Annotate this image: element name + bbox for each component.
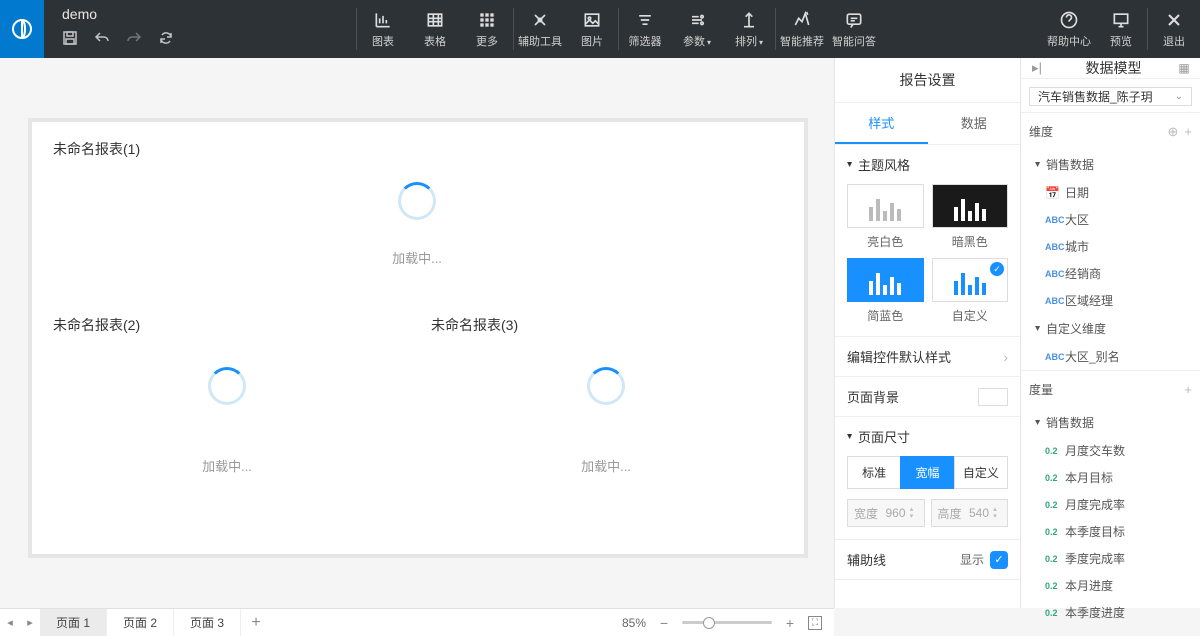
size-custom[interactable]: 自定义	[954, 456, 1008, 489]
zoom-fit[interactable]: ⛶	[808, 616, 822, 630]
section-theme[interactable]: ▸主题风格	[835, 145, 1020, 184]
tab-style[interactable]: 样式	[835, 103, 928, 144]
tb-auxtool[interactable]: 辅助工具	[514, 0, 566, 58]
theme-dark[interactable]: 暗黑色	[932, 184, 1009, 250]
measure-field[interactable]: 0.2月度完成率	[1021, 491, 1200, 518]
tb-smart-qa[interactable]: 智能问答	[828, 0, 880, 58]
report-card-3[interactable]: 未命名报表(3) 加载中...	[420, 306, 792, 516]
page-tab[interactable]: 页面 1	[40, 609, 107, 636]
collapse-icon[interactable]: ▸|	[1029, 60, 1045, 76]
dimension-field[interactable]: ABC城市	[1021, 233, 1200, 260]
tb-image[interactable]: 图片	[566, 0, 618, 58]
tb-chart[interactable]: 图表	[357, 0, 409, 58]
tb-smart-recommend[interactable]: 智能推荐	[776, 0, 828, 58]
measures-header: 度量 +	[1021, 371, 1200, 408]
spinner-icon	[398, 182, 436, 220]
group-sales-dims[interactable]: ▸销售数据	[1021, 150, 1200, 179]
tb-sort[interactable]: 排列▾	[723, 0, 775, 58]
app-logo[interactable]	[0, 0, 44, 58]
page-tab[interactable]: 页面 3	[174, 609, 241, 636]
page-tab[interactable]: 页面 2	[107, 609, 174, 636]
row-aux-line: 辅助线 显示	[835, 540, 1020, 579]
tb-filter[interactable]: 筛选器	[619, 0, 671, 58]
dimension-field[interactable]: ABC区域经理	[1021, 287, 1200, 314]
check-icon	[990, 262, 1004, 276]
spinner-icon	[208, 367, 246, 405]
measure-field[interactable]: 0.2季度完成率	[1021, 545, 1200, 572]
group-sales-meas[interactable]: ▸销售数据	[1021, 408, 1200, 437]
add-icon[interactable]: +	[1184, 124, 1192, 139]
theme-blue[interactable]: 简蓝色	[847, 258, 924, 324]
measure-field[interactable]: 0.2月度交车数	[1021, 437, 1200, 464]
data-model-panel: ▸| 数据模型 ▦ 汽车销售数据_陈子玥⌄ 维度 ⊕ + ▸销售数据 📅日期AB…	[1020, 58, 1200, 608]
chevron-right-icon: ›	[1003, 349, 1008, 365]
section-page-size[interactable]: ▸页面尺寸	[835, 417, 1020, 456]
aux-line-toggle[interactable]	[990, 551, 1008, 569]
measure-field[interactable]: 0.2本季度进度	[1021, 599, 1200, 626]
tb-param[interactable]: 参数▾	[671, 0, 723, 58]
report-board: 未命名报表(1) 加载中... 未命名报表(2) 加载中... 未命名报表(3)…	[28, 118, 808, 558]
document-title: demo	[62, 6, 340, 22]
page-next[interactable]: ▸	[20, 616, 40, 629]
dimension-field[interactable]: ABC大区_别名	[1021, 343, 1200, 370]
tb-more[interactable]: 更多	[461, 0, 513, 58]
section-control-style[interactable]: 编辑控件默认样式›	[835, 337, 1020, 376]
tab-data[interactable]: 数据	[928, 103, 1021, 144]
spinner-icon	[587, 367, 625, 405]
group-custom-dims[interactable]: ▸自定义维度	[1021, 314, 1200, 343]
undo-icon[interactable]	[94, 30, 110, 46]
zoom-in[interactable]: +	[782, 615, 798, 631]
dimension-field[interactable]: 📅日期	[1021, 179, 1200, 206]
width-input[interactable]: 宽度960▴▾	[847, 499, 925, 527]
page-prev[interactable]: ◂	[0, 616, 20, 629]
bg-color-swatch[interactable]	[978, 388, 1008, 406]
zoom-value: 85%	[622, 616, 646, 630]
theme-custom[interactable]: 自定义	[932, 258, 1009, 324]
size-wide[interactable]: 宽幅	[900, 456, 954, 489]
refresh-icon[interactable]	[158, 30, 174, 46]
dimensions-header: 维度 ⊕ +	[1021, 113, 1200, 150]
add-icon[interactable]: +	[1184, 382, 1192, 397]
tb-help[interactable]: 帮助中心	[1043, 0, 1095, 58]
dimension-field[interactable]: ABC经销商	[1021, 260, 1200, 287]
dimension-field[interactable]: ABC大区	[1021, 206, 1200, 233]
report-card-2[interactable]: 未命名报表(2) 加载中...	[42, 306, 412, 516]
measure-field[interactable]: 0.2本月目标	[1021, 464, 1200, 491]
canvas[interactable]: 未命名报表(1) 加载中... 未命名报表(2) 加载中... 未命名报表(3)…	[0, 58, 834, 608]
footer-bar: ◂ ▸ 页面 1页面 2页面 3 + 85% − + ⛶	[0, 608, 834, 636]
settings-title: 报告设置	[835, 58, 1020, 103]
row-page-bg: 页面背景	[835, 377, 1020, 416]
datasource-select[interactable]: 汽车销售数据_陈子玥⌄	[1029, 87, 1192, 106]
measure-field[interactable]: 0.2本季度目标	[1021, 518, 1200, 545]
add-page[interactable]: +	[241, 614, 271, 632]
globe-icon[interactable]: ⊕	[1168, 124, 1179, 140]
tb-table[interactable]: 表格	[409, 0, 461, 58]
tb-preview[interactable]: 预览	[1095, 0, 1147, 58]
measure-field[interactable]: 0.2本月进度	[1021, 572, 1200, 599]
zoom-slider[interactable]	[682, 621, 772, 624]
save-icon[interactable]	[62, 30, 78, 46]
chevron-down-icon: ⌄	[1175, 91, 1183, 102]
redo-icon[interactable]	[126, 30, 142, 46]
report-card-1[interactable]: 未命名报表(1) 加载中...	[42, 130, 792, 290]
tb-exit[interactable]: 退出	[1148, 0, 1200, 58]
settings-panel: 报告设置 样式 数据 ▸主题风格 亮白色 暗黑色	[834, 58, 1020, 608]
top-bar: demo 图表 表格 更多 辅助工具 图片	[0, 0, 1200, 58]
grid-icon[interactable]: ▦	[1176, 61, 1192, 75]
height-input[interactable]: 高度540▴▾	[931, 499, 1009, 527]
theme-light[interactable]: 亮白色	[847, 184, 924, 250]
size-standard[interactable]: 标准	[847, 456, 901, 489]
zoom-out[interactable]: −	[656, 615, 672, 631]
